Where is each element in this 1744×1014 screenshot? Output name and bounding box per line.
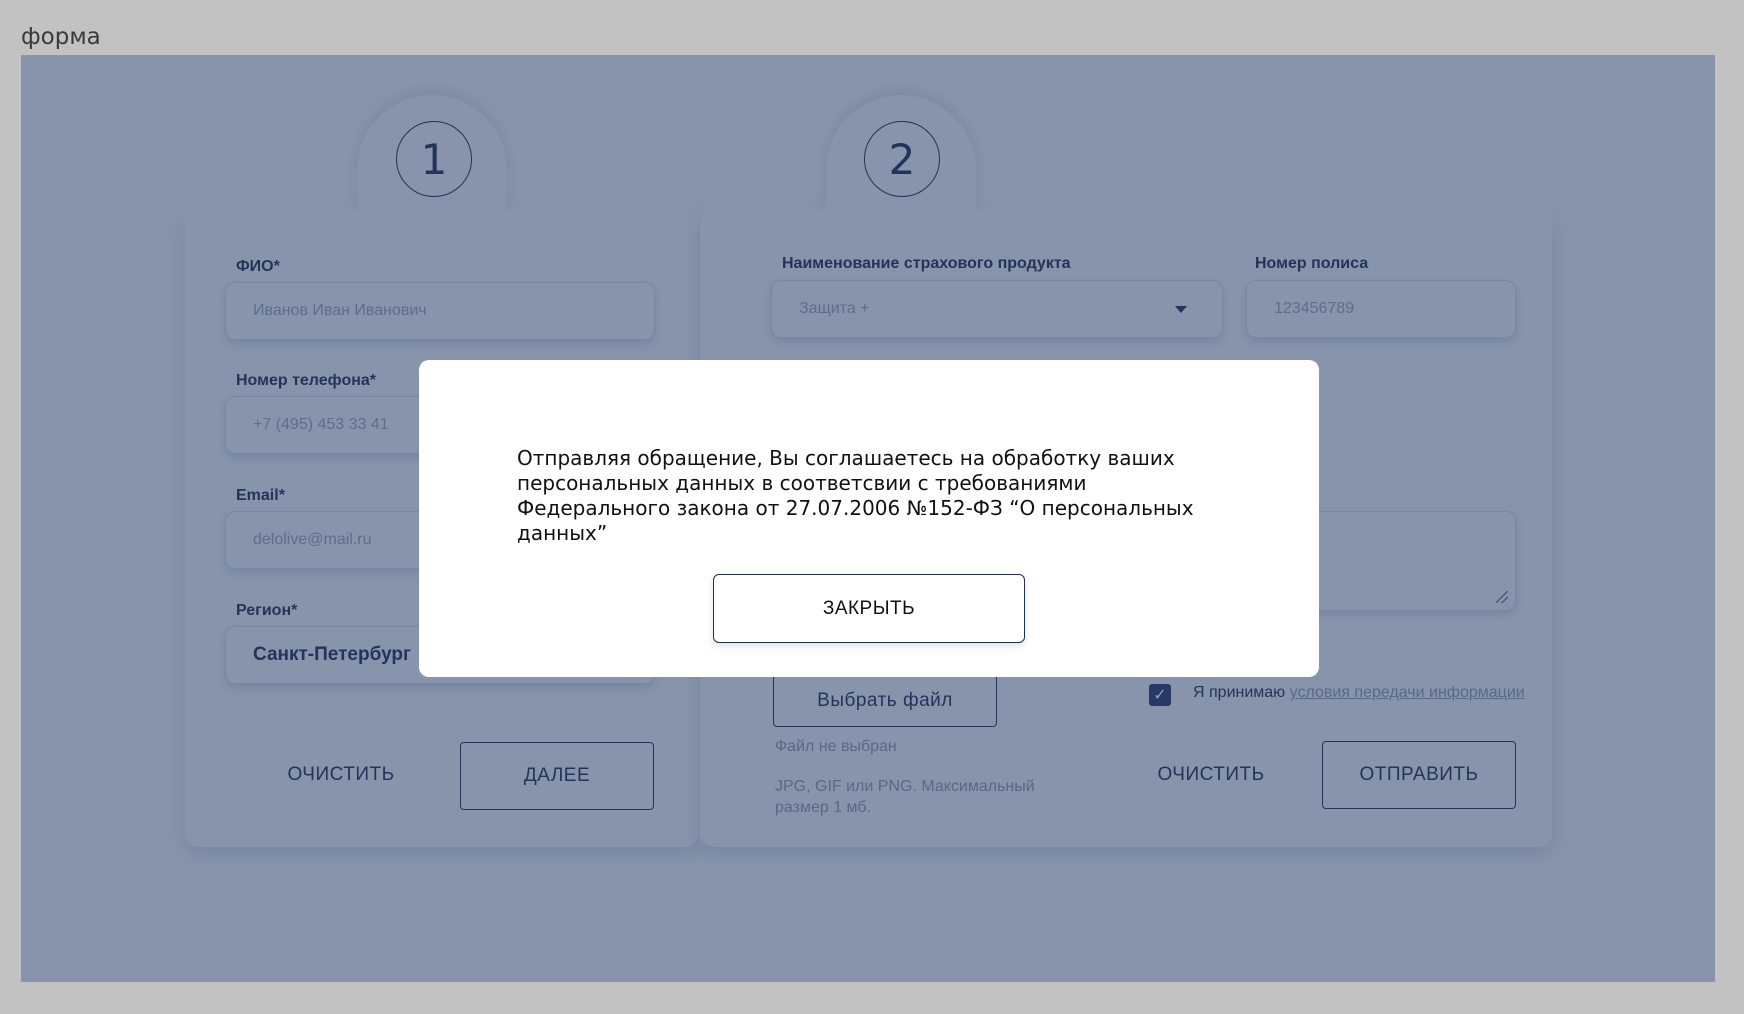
consent-modal: Отправляя обращение, Вы соглашаетесь на … — [419, 360, 1319, 677]
close-button[interactable]: ЗАКРЫТЬ — [713, 574, 1025, 643]
modal-message: Отправляя обращение, Вы соглашаетесь на … — [517, 446, 1194, 545]
form-canvas: 1 2 ФИО* Иванов Иван Иванович Номер теле… — [21, 55, 1715, 982]
frame-label: форма — [21, 24, 101, 50]
